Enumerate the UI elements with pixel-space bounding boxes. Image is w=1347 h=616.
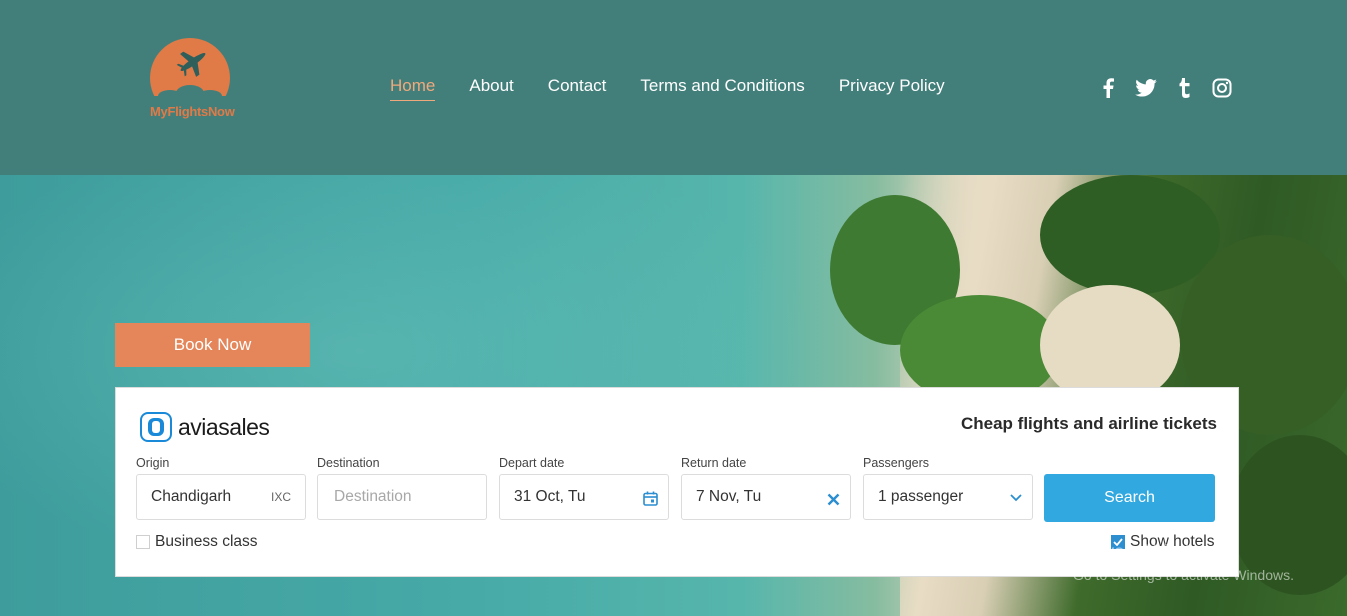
watermark-title: Activate Windows <box>1073 542 1223 563</box>
chevron-down-icon <box>1010 494 1022 502</box>
widget-tagline: Cheap flights and airline tickets <box>960 414 1217 433</box>
aviasales-brand: aviasales <box>140 412 270 442</box>
destination-field: Destination <box>317 456 487 520</box>
aviasales-logo-icon <box>140 412 172 442</box>
passengers-field: Passengers 1 passenger <box>863 456 1033 520</box>
passengers-label: Passengers <box>863 456 930 470</box>
passengers-value: 1 passenger <box>878 488 964 505</box>
business-class-toggle[interactable]: Business class <box>136 533 258 551</box>
return-label: Return date <box>681 456 747 470</box>
business-class-checkbox[interactable] <box>136 535 150 549</box>
tumblr-icon[interactable] <box>1173 77 1195 99</box>
site-header: MyFlightsNow Home About Contact Terms an… <box>0 0 1347 175</box>
return-value: 7 Nov, Tu <box>696 488 762 505</box>
social-links <box>1097 77 1233 99</box>
nav-privacy[interactable]: Privacy Policy <box>839 76 945 101</box>
flight-search-widget: aviasales Cheap flights and airline tick… <box>115 387 1239 577</box>
search-button[interactable]: Search <box>1044 474 1215 522</box>
return-field: Return date 7 Nov, Tu <box>681 456 851 520</box>
origin-label: Origin <box>136 456 170 470</box>
destination-box <box>317 474 487 520</box>
depart-label: Depart date <box>499 456 565 470</box>
nav-home[interactable]: Home <box>390 76 436 101</box>
clear-date-icon[interactable] <box>827 493 840 506</box>
facebook-icon[interactable] <box>1097 77 1119 99</box>
site-logo[interactable]: MyFlightsNow <box>150 38 235 124</box>
instagram-icon[interactable] <box>1211 77 1233 99</box>
passengers-select[interactable]: 1 passenger <box>863 474 1033 520</box>
twitter-icon[interactable] <box>1135 77 1157 99</box>
calendar-icon[interactable] <box>643 491 658 506</box>
windows-activation-watermark: Activate Windows Go to Settings to activ… <box>1073 542 1294 583</box>
depart-value: 31 Oct, Tu <box>514 488 586 505</box>
brand-name: aviasales <box>178 413 270 440</box>
origin-code: IXC <box>270 490 291 504</box>
nav-terms[interactable]: Terms and Conditions <box>640 76 804 101</box>
nav-about[interactable]: About <box>469 76 513 101</box>
depart-field: Depart date 31 Oct, Tu <box>499 456 669 520</box>
logo-text: MyFlightsNow <box>150 104 235 119</box>
nav-contact[interactable]: Contact <box>548 76 607 101</box>
origin-value: Chandigarh <box>151 488 232 505</box>
business-class-label: Business class <box>155 533 258 550</box>
plane-sunset-logo-icon <box>150 38 232 118</box>
tree-foliage <box>1040 175 1220 295</box>
return-input[interactable]: 7 Nov, Tu <box>681 474 851 520</box>
book-now-button[interactable]: Book Now <box>115 323 310 367</box>
destination-label: Destination <box>317 456 380 470</box>
origin-input[interactable]: Chandigarh IXC <box>136 474 306 520</box>
depart-input[interactable]: 31 Oct, Tu <box>499 474 669 520</box>
origin-field: Origin Chandigarh IXC <box>136 456 306 520</box>
destination-input[interactable] <box>332 487 472 507</box>
watermark-subtitle: Go to Settings to activate Windows. <box>1073 567 1294 583</box>
main-nav: Home About Contact Terms and Conditions … <box>390 76 945 101</box>
